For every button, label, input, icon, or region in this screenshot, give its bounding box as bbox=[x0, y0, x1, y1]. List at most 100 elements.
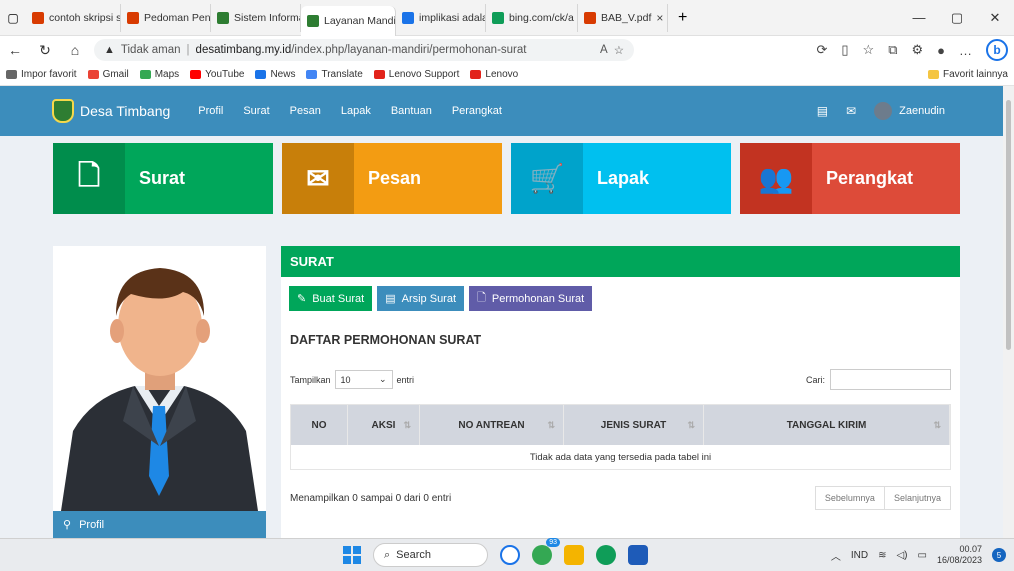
nav-link-perangkat[interactable]: Perangkat bbox=[452, 105, 502, 117]
favorite-item[interactable]: Impor favorit bbox=[6, 69, 77, 80]
browser-tab[interactable]: Pedoman Penu× bbox=[121, 3, 211, 32]
next-page-button[interactable]: Selanjutnya bbox=[885, 487, 950, 509]
maximize-button[interactable]: ▢ bbox=[938, 10, 976, 26]
column-header[interactable]: TANGGAL KIRIM ⇅ bbox=[704, 405, 950, 445]
browser-tab-bar: ▢ contoh skripsi s×Pedoman Penu×Sistem I… bbox=[0, 0, 1014, 36]
browser-tab[interactable]: implikasi adalal× bbox=[396, 3, 486, 32]
favorites-icon[interactable]: ☆ bbox=[863, 42, 875, 58]
taskbar-search[interactable]: ⌕ Search bbox=[373, 543, 488, 567]
favorite-item[interactable]: Lenovo Support bbox=[373, 69, 459, 80]
favorite-item[interactable]: YouTube bbox=[190, 69, 244, 80]
windows-start-icon[interactable] bbox=[343, 546, 361, 564]
column-header[interactable]: NO ANTREAN ⇅ bbox=[420, 405, 564, 445]
language-indicator[interactable]: IND bbox=[851, 550, 868, 561]
more-icon[interactable]: … bbox=[959, 43, 972, 58]
nav-link-pesan[interactable]: Pesan bbox=[290, 105, 321, 117]
favorite-item[interactable]: Gmail bbox=[87, 69, 129, 80]
browser-tab[interactable]: bing.com/ck/a× bbox=[486, 3, 578, 32]
arsip-surat-button[interactable]: ▤ Arsip Surat bbox=[377, 286, 465, 311]
profile-icon[interactable]: ● bbox=[937, 43, 945, 58]
favorite-item[interactable]: Lenovo bbox=[470, 69, 518, 80]
page-length-select[interactable]: 10 ⌄ bbox=[334, 370, 393, 389]
favorites-bar: Impor favorit Gmail Maps YouTube News Transla… bbox=[0, 64, 1014, 86]
wifi-icon[interactable]: ≋ bbox=[878, 550, 886, 561]
tab-close-icon[interactable]: × bbox=[656, 11, 663, 25]
read-aloud-icon[interactable]: A bbox=[600, 44, 608, 56]
minimize-button[interactable]: — bbox=[900, 10, 938, 26]
tile-pesan[interactable]: ✉ Pesan bbox=[282, 143, 502, 214]
scrollbar-thumb[interactable] bbox=[1006, 100, 1011, 350]
nav-link-profil[interactable]: Profil bbox=[198, 105, 223, 117]
tile-surat[interactable]: 🗋 Surat bbox=[53, 143, 273, 214]
browser-tab[interactable]: Layanan Mandi× bbox=[301, 5, 396, 36]
browser-tab[interactable]: contoh skripsi s× bbox=[26, 3, 121, 32]
page-scrollbar[interactable] bbox=[1003, 86, 1014, 538]
buat-surat-button[interactable]: ✎ Buat Surat bbox=[289, 286, 373, 311]
column-header[interactable]: NO bbox=[291, 405, 348, 445]
whatsapp-icon[interactable]: 93 bbox=[532, 538, 560, 565]
village-logo bbox=[52, 99, 74, 123]
browser-tab[interactable]: Sistem Informa× bbox=[211, 3, 301, 32]
cart-icon: 🛒 bbox=[511, 143, 583, 214]
refresh-extension-icon[interactable]: ⟳ bbox=[816, 42, 827, 58]
url-field[interactable]: ▲ Tidak aman | desatimbang.my.id/index.p… bbox=[94, 39, 634, 61]
sort-icon[interactable]: ⇅ bbox=[403, 420, 411, 431]
user-menu[interactable]: Zaenudin bbox=[874, 102, 945, 120]
clock[interactable]: 00.07 16/08/2023 bbox=[937, 544, 982, 566]
close-window-button[interactable]: ✕ bbox=[976, 10, 1014, 26]
bing-icon[interactable] bbox=[500, 545, 520, 565]
tile-perangkat[interactable]: 👥 Perangkat bbox=[740, 143, 960, 214]
split-screen-icon[interactable]: ▯ bbox=[841, 42, 848, 58]
tile-lapak[interactable]: 🛒 Lapak bbox=[511, 143, 731, 214]
file-explorer-icon[interactable] bbox=[564, 545, 584, 565]
nav-link-bantuan[interactable]: Bantuan bbox=[391, 105, 432, 117]
nav-link-lapak[interactable]: Lapak bbox=[341, 105, 371, 117]
new-tab-button[interactable]: + bbox=[668, 9, 697, 27]
users-icon: 👥 bbox=[740, 143, 812, 214]
favorite-item[interactable]: Maps bbox=[139, 69, 179, 80]
nav-link-surat[interactable]: Surat bbox=[243, 105, 269, 117]
tab-actions-icon[interactable]: ▢ bbox=[0, 11, 26, 25]
folder-icon bbox=[927, 70, 939, 79]
sort-icon[interactable]: ⇅ bbox=[933, 420, 941, 431]
mail-icon[interactable]: ✉ bbox=[846, 104, 856, 118]
url-text: desatimbang.my.id/index.php/layanan-mand… bbox=[196, 44, 527, 56]
back-icon[interactable]: ← bbox=[0, 42, 30, 58]
column-header[interactable]: JENIS SURAT ⇅ bbox=[564, 405, 704, 445]
edge-icon[interactable] bbox=[596, 545, 616, 565]
document-icon[interactable]: ▤ bbox=[817, 104, 828, 118]
column-label: NO bbox=[311, 419, 327, 431]
home-icon[interactable]: ⌂ bbox=[60, 42, 90, 58]
extensions-icon[interactable]: ⚙ bbox=[911, 42, 923, 58]
sort-icon[interactable]: ⇅ bbox=[547, 420, 555, 431]
sort-icon[interactable]: ⇅ bbox=[687, 420, 695, 431]
refresh-icon[interactable]: ↻ bbox=[30, 42, 60, 59]
favorite-item[interactable]: News bbox=[255, 69, 295, 80]
volume-icon[interactable]: ◁) bbox=[896, 550, 907, 561]
whatsapp-badge: 93 bbox=[546, 538, 560, 547]
button-label: Permohonan Surat bbox=[491, 292, 585, 305]
favorite-item[interactable]: Translate bbox=[306, 69, 363, 80]
favorite-icon bbox=[255, 70, 267, 79]
tab-favicon-icon bbox=[32, 11, 44, 24]
archive-icon: ▤ bbox=[385, 293, 396, 305]
column-header[interactable]: AKSI ⇅ bbox=[348, 405, 420, 445]
panel-header: SURAT bbox=[281, 246, 960, 277]
favorite-star-icon[interactable]: ☆ bbox=[614, 43, 624, 57]
word-icon[interactable] bbox=[628, 545, 648, 565]
prev-page-button[interactable]: Sebelumnya bbox=[816, 487, 885, 509]
permohonan-surat-button[interactable]: 🗋 Permohonan Surat bbox=[469, 286, 593, 311]
favorites-other[interactable]: Favorit lainnya bbox=[927, 69, 1014, 80]
site-brand[interactable]: Desa Timbang bbox=[52, 99, 170, 123]
chevron-down-icon: ⌄ bbox=[378, 374, 387, 384]
edit-icon: ✎ bbox=[297, 293, 307, 305]
tray-chevron-icon[interactable]: ︿ bbox=[831, 548, 841, 563]
profile-button[interactable]: ⚲ Profil bbox=[53, 511, 266, 538]
show-label: Tampilkan bbox=[290, 374, 331, 385]
bing-chat-icon[interactable]: b bbox=[986, 39, 1008, 61]
notification-badge[interactable]: 5 bbox=[992, 548, 1006, 562]
collections-icon[interactable]: ⧉ bbox=[888, 42, 897, 58]
battery-icon[interactable]: ▭ bbox=[918, 550, 927, 561]
search-input[interactable] bbox=[830, 369, 951, 390]
browser-tab[interactable]: BAB_V.pdf × bbox=[578, 3, 668, 32]
